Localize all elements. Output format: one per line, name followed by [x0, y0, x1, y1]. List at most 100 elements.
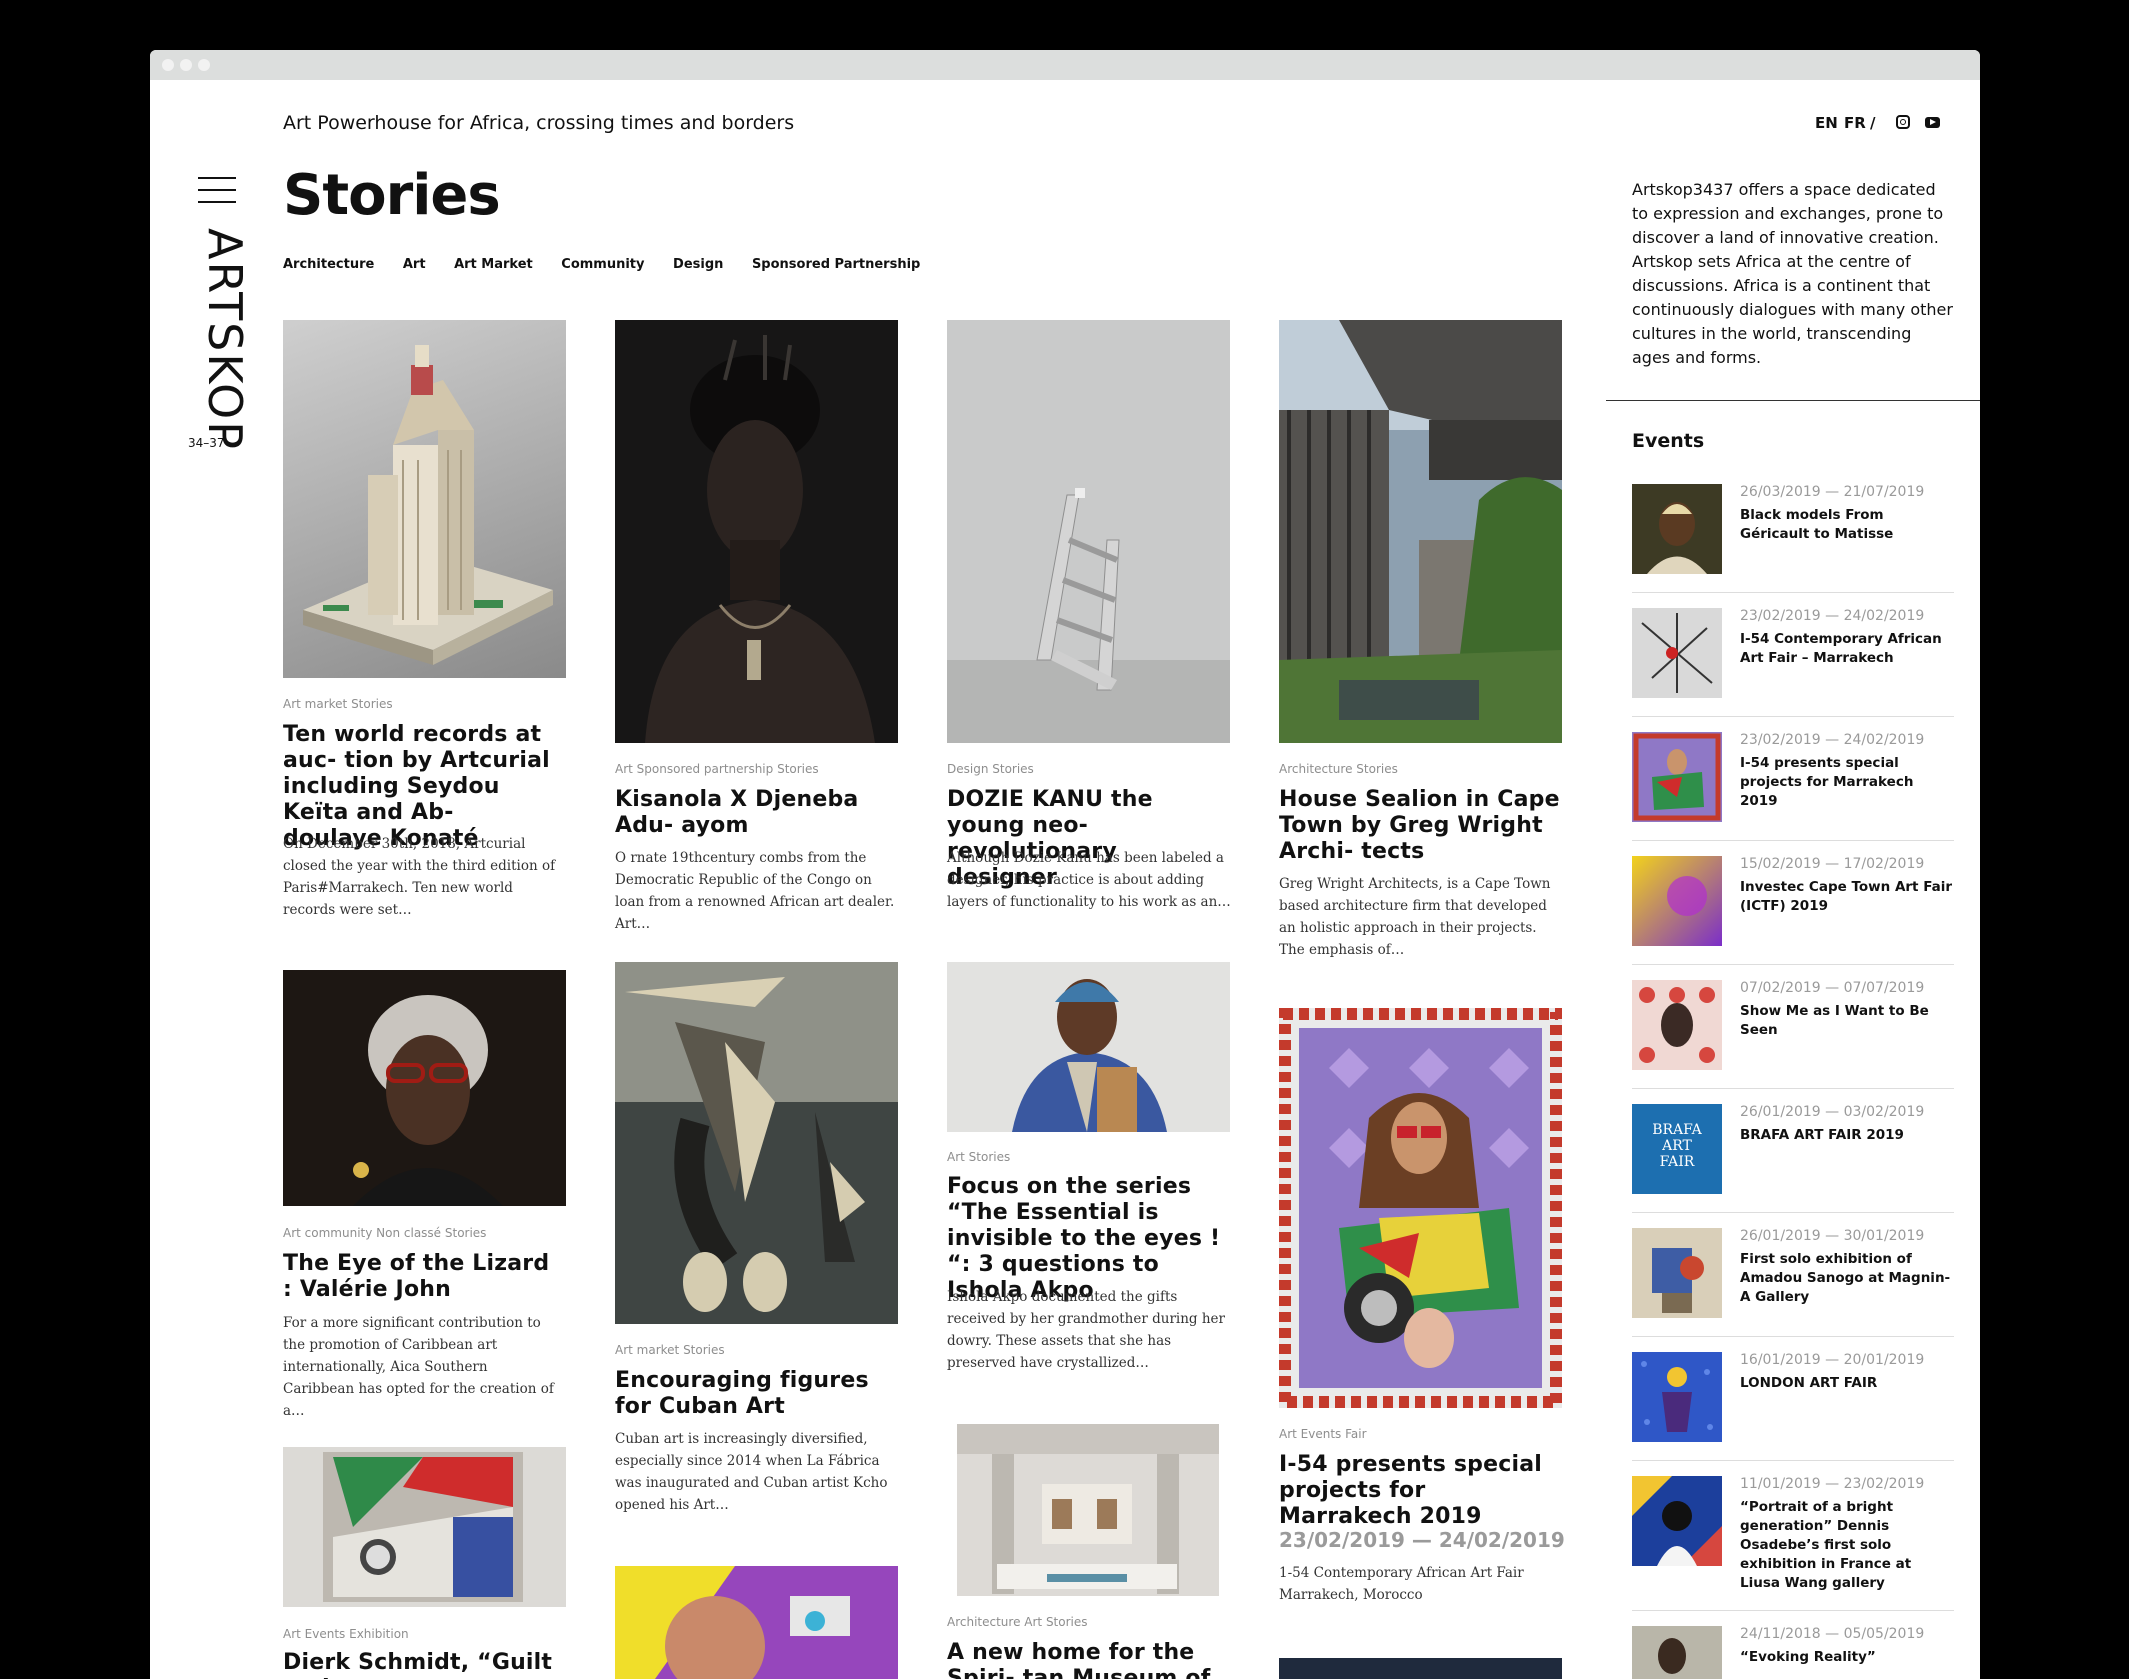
story-excerpt: For a more significant contribution to t…	[283, 1315, 554, 1419]
story-title[interactable]: Dierk Schmidt, “Guilt and	[283, 1650, 563, 1679]
story-title[interactable]: A new home for the Spiri- tan Museum of …	[947, 1640, 1227, 1679]
story-category[interactable]: Architecture Stories	[1279, 762, 1398, 776]
story-category[interactable]: Art market Stories	[283, 697, 393, 711]
event-separator	[1632, 1212, 1954, 1213]
browser-window: Art Powerhouse for Africa, crossing time…	[150, 50, 1980, 1679]
story-category[interactable]: Art market Stories	[615, 1343, 725, 1357]
event-thumbnail[interactable]	[1632, 1476, 1722, 1566]
site-tagline: Art Powerhouse for Africa, crossing time…	[283, 112, 795, 134]
story-title[interactable]: Encouraging figures for Cuban Art	[615, 1368, 890, 1420]
event-separator	[1632, 1460, 1954, 1461]
window-minimize-dot[interactable]	[180, 59, 192, 71]
event-title[interactable]: “Evoking Reality”	[1740, 1648, 1955, 1667]
event-title[interactable]: Black models From Géricault to Matisse	[1740, 506, 1955, 544]
story-title[interactable]: Focus on the series “The Essential is in…	[947, 1174, 1227, 1304]
story-category[interactable]: Art Events Exhibition	[283, 1627, 409, 1641]
lang-fr-link[interactable]: FR	[1844, 114, 1866, 132]
story-category[interactable]: Art Sponsored partnership Stories	[615, 762, 819, 776]
category-art-market[interactable]: Art Market	[454, 257, 533, 272]
hamburger-menu-icon[interactable]	[198, 177, 236, 213]
story-image[interactable]	[615, 962, 898, 1324]
logo-word: ARTSKOP	[198, 228, 252, 451]
event-thumbnail[interactable]	[1632, 1352, 1722, 1442]
story-excerpt: Although Dozie Kanu has been labeled a d…	[947, 850, 1231, 910]
event-date: 15/02/2019 — 17/02/2019	[1740, 856, 1925, 872]
event-title[interactable]: I-54 presents special projects for Marra…	[1740, 754, 1955, 811]
story-image[interactable]	[283, 970, 566, 1206]
story-category[interactable]: Architecture Art Stories	[947, 1615, 1088, 1629]
event-date: 16/01/2019 — 20/01/2019	[1740, 1352, 1925, 1368]
event-separator	[1632, 1088, 1954, 1089]
story-image[interactable]	[947, 962, 1230, 1132]
event-date: 23/02/2019 — 24/02/2019	[1740, 608, 1925, 624]
category-design[interactable]: Design	[673, 257, 723, 272]
event-separator	[1632, 964, 1954, 965]
window-maximize-dot[interactable]	[198, 59, 210, 71]
brafa-thumb-text: BRAFA ART FAIR	[1652, 1122, 1702, 1170]
story-title[interactable]: House Sealion in Cape Town by Greg Wrigh…	[1279, 787, 1564, 865]
event-thumbnail[interactable]	[1632, 1228, 1722, 1318]
events-heading: Events	[1632, 430, 1705, 452]
event-thumbnail[interactable]	[1632, 1626, 1722, 1679]
event-thumbnail[interactable]	[1632, 608, 1722, 698]
event-title[interactable]: LONDON ART FAIR	[1740, 1374, 1955, 1393]
event-separator	[1632, 716, 1954, 717]
story-excerpt: 1-54 Contemporary African Art Fair Marra…	[1279, 1565, 1524, 1603]
event-separator	[1632, 1610, 1954, 1611]
story-excerpt: Cuban art is increasingly diversified, e…	[615, 1431, 888, 1513]
story-category[interactable]: Art Events Fair	[1279, 1427, 1367, 1441]
event-title[interactable]: “Portrait of a bright generation” Dennis…	[1740, 1498, 1955, 1593]
story-title[interactable]: The Eye of the Lizard : Valérie John	[283, 1251, 558, 1303]
page-title: Stories	[283, 163, 501, 228]
story-image[interactable]	[957, 1424, 1219, 1596]
category-sponsored-partnership[interactable]: Sponsored Partnership	[752, 257, 920, 272]
event-title[interactable]: Investec Cape Town Art Fair (ICTF) 2019	[1740, 878, 1955, 916]
category-art[interactable]: Art	[403, 257, 426, 272]
event-thumbnail[interactable]: BRAFA ART FAIR	[1632, 1104, 1722, 1194]
story-image[interactable]	[1279, 1658, 1562, 1679]
story-category[interactable]: Design Stories	[947, 762, 1034, 776]
youtube-icon[interactable]	[1925, 117, 1940, 128]
story-image[interactable]	[283, 320, 566, 678]
event-date: 26/03/2019 — 21/07/2019	[1740, 484, 1925, 500]
story-excerpt: Greg Wright Architects, is a Cape Town b…	[1279, 876, 1551, 958]
story-category[interactable]: Art Stories	[947, 1150, 1010, 1164]
event-thumbnail[interactable]	[1632, 980, 1722, 1070]
event-title[interactable]: I-54 Contemporary African Art Fair – Mar…	[1740, 630, 1955, 668]
event-date: 07/02/2019 — 07/07/2019	[1740, 980, 1925, 996]
logo-number: 34–37	[188, 436, 225, 450]
story-category[interactable]: Art community Non classé Stories	[283, 1226, 486, 1240]
story-image[interactable]	[947, 320, 1230, 743]
event-title[interactable]: BRAFA ART FAIR 2019	[1740, 1126, 1955, 1145]
event-date: 23/02/2019 — 24/02/2019	[1740, 732, 1925, 748]
category-architecture[interactable]: Architecture	[283, 257, 374, 272]
event-thumbnail[interactable]	[1632, 484, 1722, 574]
browser-title-bar	[150, 50, 1980, 80]
story-excerpt: Ishola Akpo documented the gifts receive…	[947, 1289, 1225, 1371]
story-image[interactable]	[615, 1566, 898, 1679]
story-title[interactable]: I-54 presents special projects for Marra…	[1279, 1452, 1554, 1530]
story-image[interactable]	[615, 320, 898, 743]
event-separator	[1632, 1336, 1954, 1337]
instagram-icon[interactable]	[1896, 115, 1910, 129]
story-title[interactable]: Kisanola X Djeneba Adu- ayom	[615, 787, 890, 839]
story-excerpt: On December 30th, 2018, Artcurial closed…	[283, 836, 556, 918]
window-close-dot[interactable]	[162, 59, 174, 71]
lang-separator: /	[1870, 114, 1876, 132]
story-image[interactable]	[283, 1447, 566, 1607]
event-thumbnail[interactable]	[1632, 856, 1722, 946]
event-date: 23/02/2019 — 24/02/2019	[1279, 1528, 1565, 1552]
event-title[interactable]: First solo exhibition of Amadou Sanogo a…	[1740, 1250, 1955, 1307]
event-thumbnail[interactable]	[1632, 732, 1722, 822]
sidebar-divider	[1606, 400, 1980, 401]
lang-en-link[interactable]: EN	[1815, 114, 1838, 132]
event-title[interactable]: Show Me as I Want to Be Seen	[1740, 1002, 1955, 1040]
story-image[interactable]	[1279, 320, 1562, 743]
event-date: 11/01/2019 — 23/02/2019	[1740, 1476, 1925, 1492]
event-date: 26/01/2019 — 30/01/2019	[1740, 1228, 1925, 1244]
artskop-logo[interactable]: ARTSKOP 34–37	[188, 228, 252, 468]
story-image[interactable]	[1279, 1008, 1562, 1408]
event-date: 24/11/2018 — 05/05/2019	[1740, 1626, 1925, 1642]
category-community[interactable]: Community	[561, 257, 644, 272]
event-date: 26/01/2019 — 03/02/2019	[1740, 1104, 1925, 1120]
